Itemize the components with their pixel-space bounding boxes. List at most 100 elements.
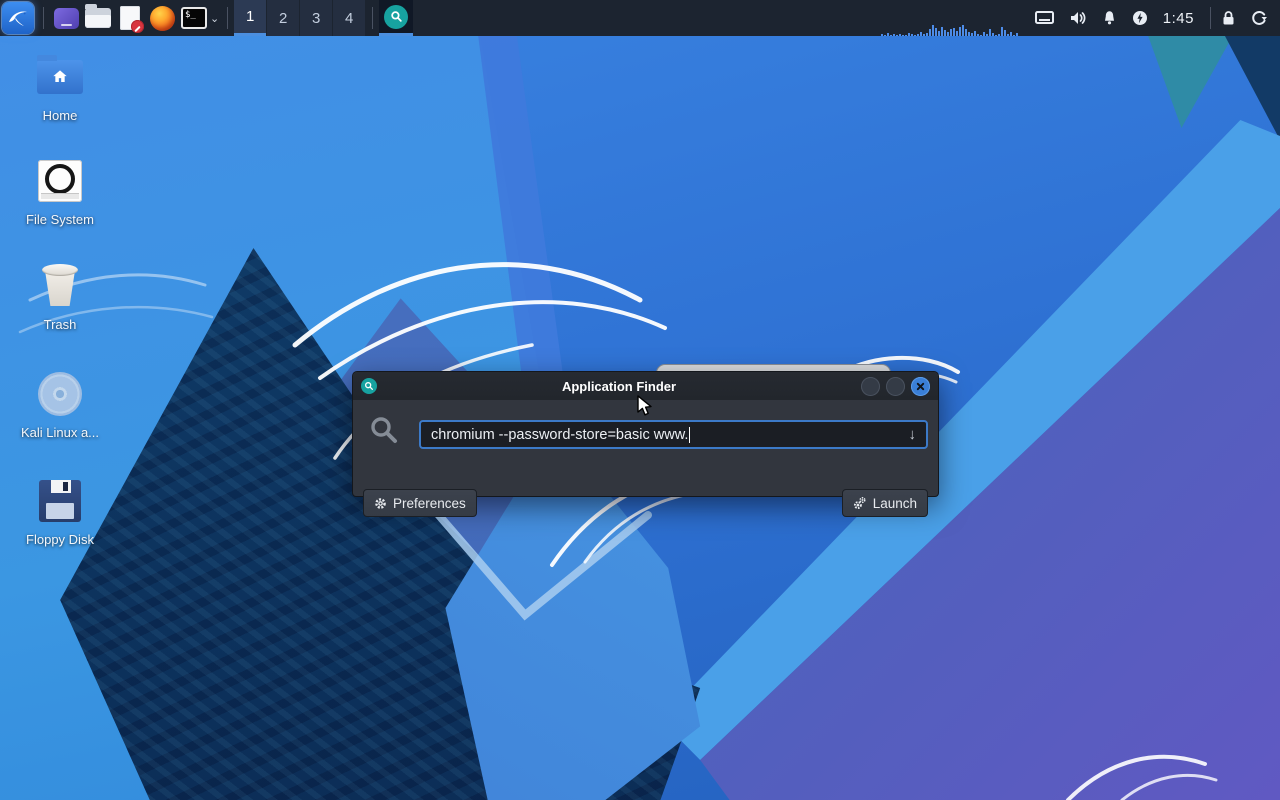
workspace-3[interactable]: 3 [300,0,333,36]
cpu-bar [997,34,1000,36]
cpu-graph-widget[interactable] [880,0,1021,36]
maximize-button[interactable] [886,376,905,396]
applications-menu-button[interactable] [2,2,34,34]
close-button[interactable] [911,376,930,396]
desktop-icon-label: Trash [43,317,77,332]
cpu-bar [916,34,919,36]
cpu-bar [970,33,973,36]
cpu-bar [889,35,892,36]
cpu-bar [898,34,901,36]
kali-desktop: Home File System Trash Kali Linux a... F… [0,0,1280,800]
launch-label: Launch [872,495,917,511]
cpu-bar [937,31,940,36]
application-finder-window: Application Finder chromium --password-s… [352,371,939,517]
disc-icon [38,372,82,416]
workspace-4[interactable]: 4 [333,0,366,36]
cpu-bar [919,32,922,36]
cpu-bar [1003,30,1006,36]
kali-logo-icon [9,11,27,26]
cpu-bar [976,34,979,36]
window-titlebar[interactable]: Application Finder [353,372,938,400]
launcher-file-manager[interactable] [83,2,113,34]
volume-icon[interactable] [1069,10,1087,26]
cpu-bar [979,35,982,36]
cpu-bar [949,29,952,36]
cpu-bar [940,27,943,36]
launcher-window-manager[interactable] [51,2,81,34]
launcher-text-editor[interactable] [115,2,145,34]
cpu-bar [910,34,913,36]
cpu-bar [886,33,889,36]
text-caret [689,426,691,443]
cpu-bar [1015,33,1018,36]
cpu-bar [943,30,946,36]
top-panel: $_ ⌄ 1 2 3 4 1:45 [0,0,1280,36]
cpu-bar [961,25,964,36]
cpu-bar [907,33,910,36]
desktop-icon-kali-cdrom[interactable]: Kali Linux a... [12,369,108,440]
cpu-bar [967,32,970,36]
panel-clock[interactable]: 1:45 [1163,10,1194,27]
task-application-finder[interactable] [379,0,414,36]
desktop-icon-floppy[interactable]: Floppy Disk [12,476,108,547]
launcher-dropdown-chevron[interactable]: ⌄ [210,12,219,25]
window-title: Application Finder [561,378,677,394]
application-finder-icon [361,378,377,394]
application-finder-task-icon [384,4,409,29]
panel-separator [43,7,44,29]
cpu-bar [1000,27,1003,36]
cpu-bar [922,34,925,36]
cpu-bar [985,34,988,36]
firefox-icon [149,5,175,31]
cpu-bar [895,35,898,36]
panel-separator [372,7,374,29]
cpu-bar [1009,32,1012,36]
floppy-disk-icon [39,480,81,522]
cpu-bar [988,29,991,36]
cpu-bar [982,32,985,36]
terminal-icon: $_ [181,7,207,29]
notifications-bell-icon[interactable] [1102,10,1117,26]
launcher-firefox[interactable] [147,2,177,34]
desktop-icon-label: Home [42,108,78,123]
text-editor-icon [120,6,144,33]
cpu-bar [991,33,994,36]
desktop-icon-filesystem[interactable]: File System [12,156,108,227]
trash-can-icon [38,264,82,308]
home-folder-icon [37,55,83,94]
system-tray: 1:45 [1034,10,1194,27]
cpu-bar [931,25,934,36]
desktop-icon-label: Kali Linux a... [20,425,100,440]
cpu-bar [925,33,928,36]
cpu-bar [913,35,916,36]
logout-icon[interactable] [1251,10,1268,26]
cpu-bar [952,28,955,36]
cpu-bar [880,34,883,36]
cpu-bar [934,28,937,36]
cpu-bar [1006,34,1009,36]
preferences-button[interactable]: Preferences [363,489,477,517]
launcher-terminal[interactable]: $_ [179,2,209,34]
cpu-bar [1012,35,1015,36]
drive-icon [38,160,82,202]
power-manager-icon[interactable] [1132,10,1148,26]
cpu-bar [955,31,958,36]
panel-separator [1210,7,1211,29]
desktop-icon-label: File System [26,212,94,227]
minimize-button[interactable] [861,376,880,396]
file-manager-icon [85,4,111,28]
cpu-bar [973,31,976,36]
display-icon[interactable] [1034,10,1054,26]
cpu-bar [928,29,931,36]
cpu-bar [904,35,907,36]
workspace-1[interactable]: 1 [234,0,267,36]
launch-button[interactable]: Launch [841,489,928,517]
workspace-2[interactable]: 2 [267,0,300,36]
entry-dropdown-icon[interactable]: ↓ [909,426,917,443]
command-input[interactable]: chromium --password-store=basic www. ↓ [419,420,928,449]
lock-screen-icon[interactable] [1221,10,1236,26]
desktop-icon-home[interactable]: Home [12,52,108,123]
cpu-bar [994,35,997,36]
desktop-icon-trash[interactable]: Trash [12,261,108,332]
preferences-label: Preferences [393,495,466,511]
